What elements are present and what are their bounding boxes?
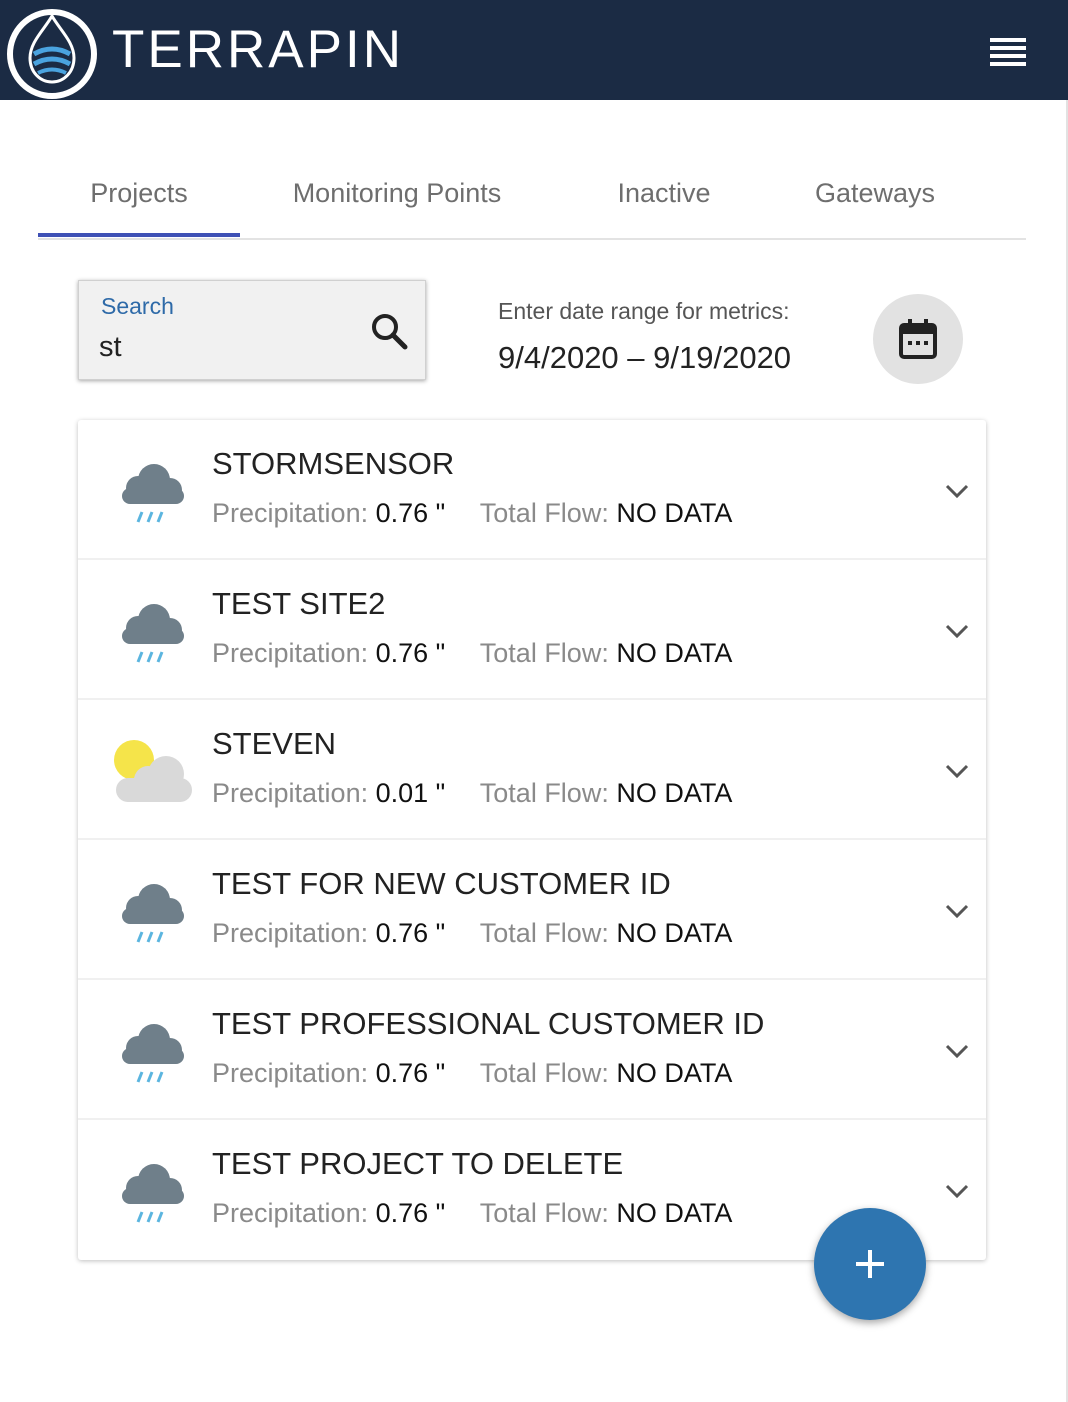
project-metrics: Precipitation: 0.76 " Total Flow: NO DAT… (212, 918, 732, 949)
tab-inactive[interactable]: Inactive (592, 160, 736, 238)
tab-bar: Projects Monitoring Points Inactive Gate… (38, 160, 1026, 240)
precipitation-label: Precipitation: (212, 918, 369, 948)
project-name: TEST PROFESSIONAL CUSTOMER ID (212, 1006, 765, 1041)
list-item[interactable]: STEVEN Precipitation: 0.01 " Total Flow:… (78, 700, 986, 840)
chevron-down-icon[interactable] (944, 622, 970, 640)
total-flow-value: NO DATA (616, 1058, 733, 1088)
precipitation-value: 0.76 " (375, 918, 446, 948)
water-drop-logo-icon[interactable] (4, 4, 100, 100)
active-tab-indicator (38, 233, 240, 237)
date-range-value[interactable]: 9/4/2020 – 9/19/2020 (498, 340, 791, 376)
brand-name: TERRAPIN (112, 20, 404, 79)
rain-cloud-icon (122, 464, 184, 523)
precipitation-value: 0.76 " (375, 1058, 446, 1088)
search-icon[interactable] (369, 311, 409, 351)
chevron-down-icon[interactable] (944, 902, 970, 920)
project-name: TEST SITE2 (212, 586, 386, 621)
calendar-icon (899, 319, 937, 359)
tab-projects[interactable]: Projects (38, 160, 240, 238)
calendar-button[interactable] (873, 294, 963, 384)
total-flow-value: NO DATA (616, 498, 733, 528)
app-header: TERRAPIN (0, 0, 1068, 100)
list-item[interactable]: TEST FOR NEW CUSTOMER ID Precipitation: … (78, 840, 986, 980)
project-metrics: Precipitation: 0.76 " Total Flow: NO DAT… (212, 638, 732, 669)
chevron-down-icon[interactable] (944, 762, 970, 780)
total-flow-value: NO DATA (616, 778, 733, 808)
list-item[interactable]: TEST PROFESSIONAL CUSTOMER ID Precipitat… (78, 980, 986, 1120)
total-flow-label: Total Flow: (479, 638, 609, 668)
precipitation-label: Precipitation: (212, 1198, 369, 1228)
precipitation-value: 0.01 " (375, 778, 446, 808)
precipitation-label: Precipitation: (212, 778, 369, 808)
project-list: STORMSENSOR Precipitation: 0.76 " Total … (78, 420, 986, 1260)
partly-cloudy-icon (114, 740, 192, 802)
project-metrics: Precipitation: 0.76 " Total Flow: NO DAT… (212, 498, 732, 529)
chevron-down-icon[interactable] (944, 1182, 970, 1200)
project-metrics: Precipitation: 0.76 " Total Flow: NO DAT… (212, 1198, 732, 1229)
plus-icon (856, 1250, 884, 1278)
project-metrics: Precipitation: 0.01 " Total Flow: NO DAT… (212, 778, 732, 809)
chevron-down-icon[interactable] (944, 482, 970, 500)
rain-cloud-icon (122, 604, 184, 663)
search-input[interactable] (99, 327, 359, 367)
total-flow-label: Total Flow: (479, 1198, 609, 1228)
precipitation-value: 0.76 " (375, 498, 446, 528)
project-metrics: Precipitation: 0.76 " Total Flow: NO DAT… (212, 1058, 732, 1089)
list-item[interactable]: TEST SITE2 Precipitation: 0.76 " Total F… (78, 560, 986, 700)
rain-cloud-icon (122, 1024, 184, 1083)
project-name: TEST FOR NEW CUSTOMER ID (212, 866, 671, 901)
total-flow-label: Total Flow: (479, 1058, 609, 1088)
rain-cloud-icon (122, 884, 184, 943)
total-flow-value: NO DATA (616, 1198, 733, 1228)
precipitation-label: Precipitation: (212, 638, 369, 668)
search-label: Search (101, 293, 174, 319)
tab-gateways[interactable]: Gateways (800, 160, 950, 238)
precipitation-value: 0.76 " (375, 638, 446, 668)
tab-monitoring-points[interactable]: Monitoring Points (276, 160, 518, 238)
total-flow-value: NO DATA (616, 638, 733, 668)
list-item[interactable]: STORMSENSOR Precipitation: 0.76 " Total … (78, 420, 986, 560)
project-name: TEST PROJECT TO DELETE (212, 1146, 624, 1181)
add-project-button[interactable] (814, 1208, 926, 1320)
chevron-down-icon[interactable] (944, 1042, 970, 1060)
total-flow-label: Total Flow: (479, 498, 609, 528)
rain-cloud-icon (122, 1164, 184, 1223)
precipitation-label: Precipitation: (212, 498, 369, 528)
total-flow-value: NO DATA (616, 918, 733, 948)
total-flow-label: Total Flow: (479, 918, 609, 948)
project-name: STORMSENSOR (212, 446, 455, 481)
search-field[interactable]: Search (78, 280, 426, 380)
total-flow-label: Total Flow: (479, 778, 609, 808)
project-name: STEVEN (212, 726, 337, 761)
precipitation-label: Precipitation: (212, 1058, 369, 1088)
precipitation-value: 0.76 " (375, 1198, 446, 1228)
date-range-label: Enter date range for metrics: (498, 298, 790, 324)
hamburger-menu-icon[interactable] (982, 34, 1034, 70)
